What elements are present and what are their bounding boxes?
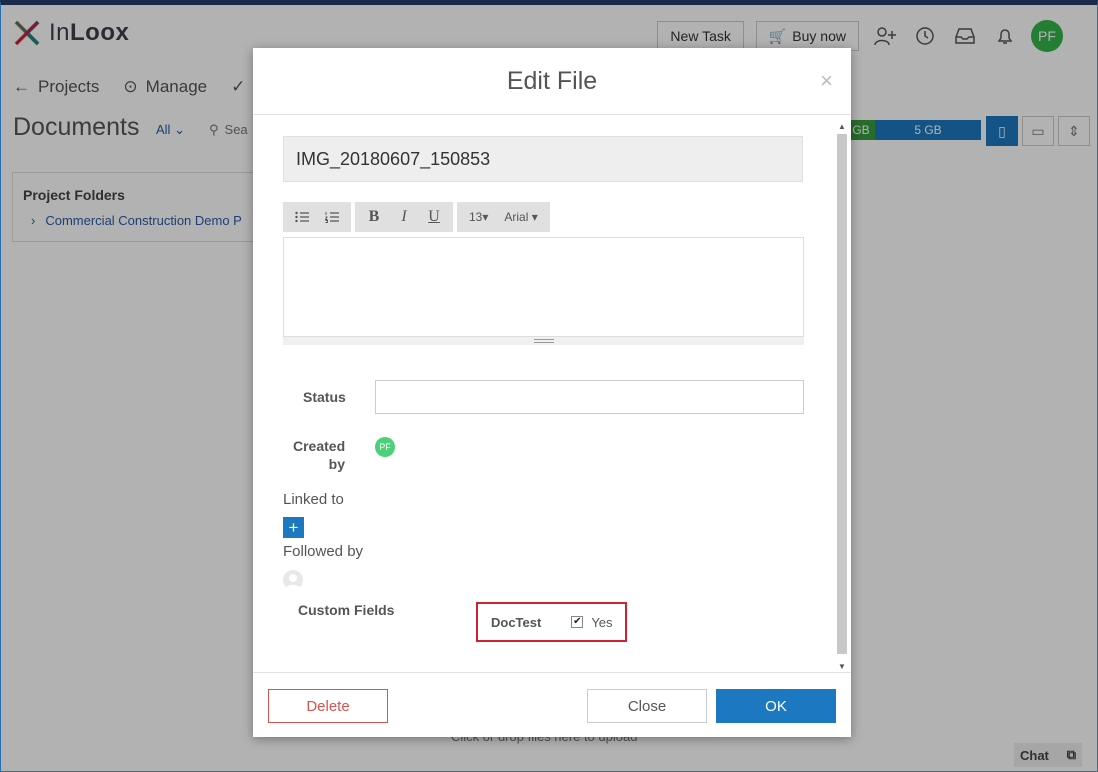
- format-group: B I U: [355, 202, 453, 232]
- scroll-up-icon[interactable]: ▲: [837, 122, 847, 132]
- list-group: [283, 202, 351, 232]
- created-by-label: Created by: [293, 438, 346, 472]
- ok-button[interactable]: OK: [716, 689, 836, 723]
- font-group: 13 ▾ Arial ▾: [457, 202, 550, 232]
- editor-resize-handle[interactable]: [283, 337, 804, 345]
- scroll-down-icon[interactable]: ▼: [837, 662, 847, 672]
- dialog-footer: Delete Close OK: [253, 672, 851, 737]
- dialog-scrollbar[interactable]: ▲ ▼: [837, 122, 847, 672]
- follower-avatar-icon[interactable]: [283, 570, 303, 590]
- add-link-button[interactable]: +: [283, 517, 304, 538]
- delete-button[interactable]: Delete: [268, 689, 388, 723]
- doctest-checkbox[interactable]: ✔: [571, 616, 584, 628]
- numbered-list-icon[interactable]: [317, 202, 347, 232]
- font-size-dropdown[interactable]: 13 ▾: [461, 202, 496, 232]
- resize-grip-icon: [533, 339, 554, 343]
- underline-button[interactable]: U: [419, 202, 449, 232]
- custom-fields-label: Custom Fields: [298, 602, 395, 618]
- creator-avatar: PF: [375, 437, 395, 457]
- description-editor[interactable]: [283, 237, 804, 337]
- doctest-checkbox-wrap[interactable]: ✔ Yes: [571, 614, 613, 630]
- dialog-header: Edit File ×: [253, 48, 851, 115]
- linked-to-label: Linked to: [283, 491, 344, 508]
- editor-toolbar: B I U 13 ▾ Arial ▾: [283, 202, 550, 232]
- bullet-list-icon[interactable]: [287, 202, 317, 232]
- file-name-input[interactable]: IMG_20180607_150853: [283, 136, 803, 182]
- doctest-value-label: Yes: [591, 614, 613, 630]
- italic-button[interactable]: I: [389, 202, 419, 232]
- status-label: Status: [303, 389, 346, 405]
- app-window: InLoox New Task 🛒 Buy now PF ← Projects …: [0, 0, 1098, 772]
- dialog-title: Edit File: [506, 66, 598, 95]
- close-button[interactable]: Close: [587, 689, 707, 723]
- close-icon[interactable]: ×: [820, 68, 833, 94]
- custom-field-doctest: DocTest ✔ Yes: [476, 602, 627, 642]
- edit-file-dialog: Edit File × IMG_20180607_150853 B I U 13…: [253, 48, 851, 737]
- status-input[interactable]: [375, 380, 804, 414]
- scroll-thumb[interactable]: [837, 134, 847, 654]
- dialog-body: IMG_20180607_150853 B I U 13 ▾ Arial ▾ S…: [253, 116, 851, 672]
- doctest-label: DocTest: [491, 614, 542, 630]
- font-family-dropdown[interactable]: Arial ▾: [496, 202, 545, 232]
- followed-by-label: Followed by: [283, 543, 364, 560]
- bold-button[interactable]: B: [359, 202, 389, 232]
